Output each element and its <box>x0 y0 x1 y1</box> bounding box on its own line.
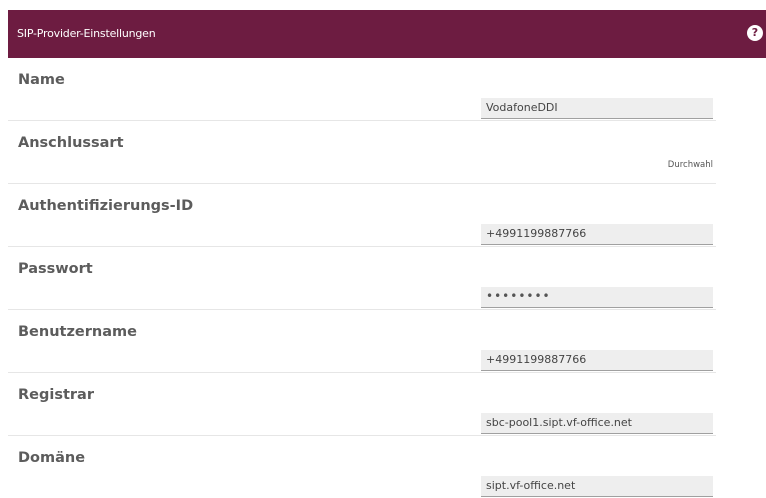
benutzername-label: Benutzername <box>18 324 137 340</box>
anschlussart-label: Anschlussart <box>18 135 124 151</box>
auth-id-input[interactable]: +4991199887766 <box>481 224 713 245</box>
row-auth-id: Authentifizierungs-ID +4991199887766 <box>8 184 716 247</box>
domaene-label: Domäne <box>18 450 86 466</box>
row-domaene: Domäne sipt.vf-office.net <box>8 436 716 498</box>
registrar-label: Registrar <box>18 387 94 403</box>
domaene-input[interactable]: sipt.vf-office.net <box>481 476 713 497</box>
row-name: Name VodafoneDDI <box>8 58 716 121</box>
password-input[interactable]: •••••••• <box>481 287 713 308</box>
panel-title: SIP-Provider-Einstellungen <box>17 27 156 40</box>
row-registrar: Registrar sbc-pool1.sipt.vf-office.net <box>8 373 716 436</box>
row-passwort: Passwort •••••••• <box>8 247 716 310</box>
row-benutzername: Benutzername +4991199887766 <box>8 310 716 373</box>
panel-header: SIP-Provider-Einstellungen ? <box>8 10 766 58</box>
row-anschlussart: Anschlussart Durchwahl <box>8 121 716 184</box>
settings-form: Name VodafoneDDI Anschlussart Durchwahl … <box>8 58 716 498</box>
help-icon[interactable]: ? <box>747 25 763 41</box>
auth-id-label: Authentifizierungs-ID <box>18 198 194 214</box>
anschlussart-value: Durchwahl <box>667 160 713 170</box>
registrar-input[interactable]: sbc-pool1.sipt.vf-office.net <box>481 413 713 434</box>
passwort-label: Passwort <box>18 261 93 277</box>
benutzername-input[interactable]: +4991199887766 <box>481 350 713 371</box>
sip-provider-settings-panel: SIP-Provider-Einstellungen ? Name Vodafo… <box>8 10 766 497</box>
name-label: Name <box>18 72 65 88</box>
name-input[interactable]: VodafoneDDI <box>481 98 713 119</box>
